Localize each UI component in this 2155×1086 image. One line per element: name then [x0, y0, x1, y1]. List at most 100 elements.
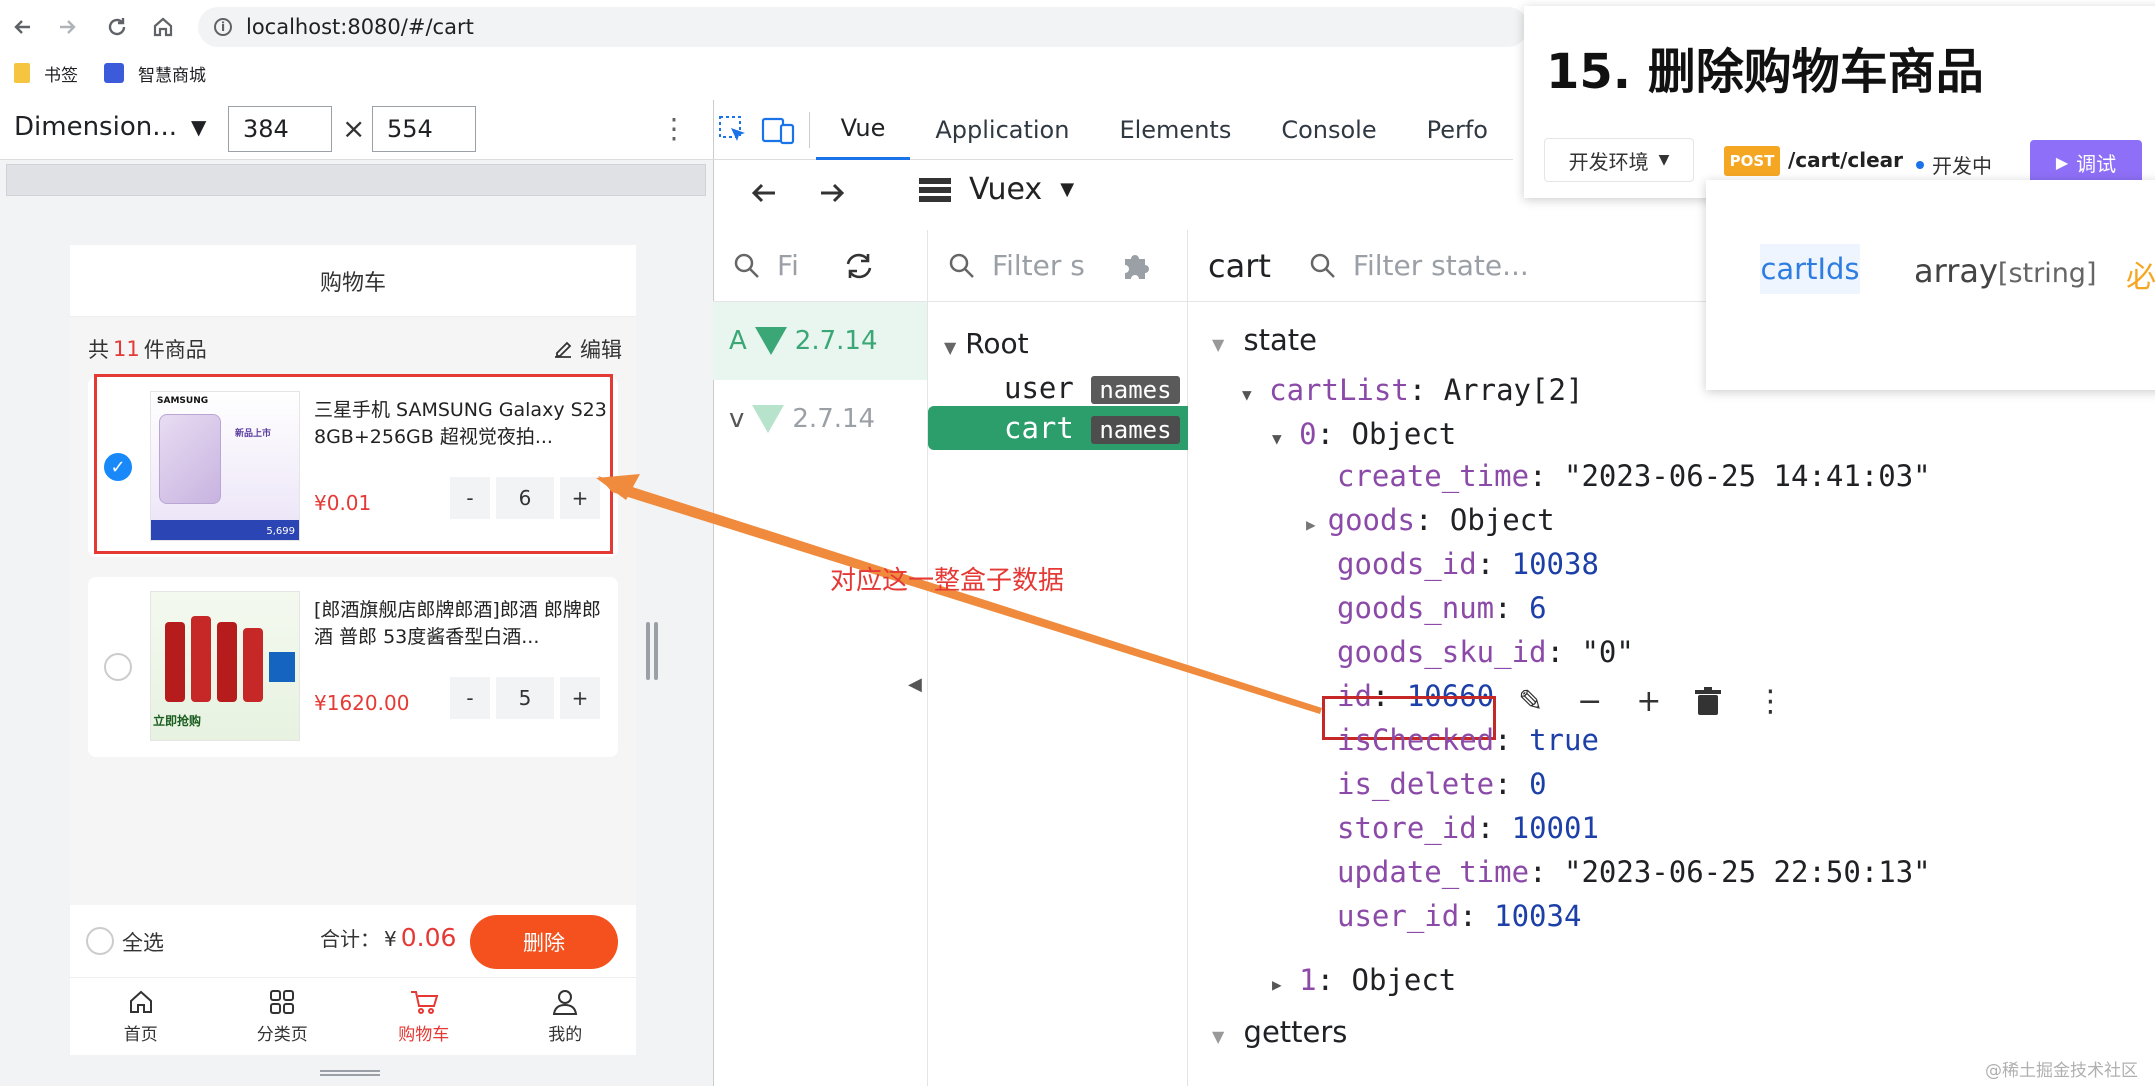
tab-category[interactable]: 分类页 — [212, 978, 354, 1055]
field-key: isChecked — [1337, 723, 1495, 757]
field-value: 10038 — [1511, 547, 1599, 581]
total-label: 合计： — [320, 927, 380, 951]
device-toggle-icon[interactable] — [754, 100, 803, 160]
field-key: goods — [1327, 503, 1415, 537]
total-currency: ¥ — [384, 927, 397, 951]
field-value: 0 — [1529, 767, 1547, 801]
count-suffix: 件商品 — [143, 338, 207, 362]
folder-icon — [14, 63, 30, 83]
api-param-card: cartIds array[string] 必 — [1706, 180, 2155, 390]
tab-home[interactable]: 首页 — [70, 978, 212, 1055]
delete-icon[interactable] — [1695, 686, 1722, 717]
puzzle-icon[interactable] — [1119, 249, 1153, 283]
watermark: @稀土掘金技术社区 — [1985, 1061, 2138, 1081]
back-icon[interactable] — [6, 10, 40, 44]
collapse-left-icon[interactable]: ◀ — [908, 674, 922, 695]
more-vertical-icon[interactable]: ⋮ — [1755, 684, 1785, 719]
back-arrow-icon[interactable] — [749, 178, 779, 212]
forward-icon[interactable] — [50, 10, 84, 44]
plus-button[interactable]: + — [560, 677, 600, 719]
module-tree-column: Filter s ▼ Root user names cart names — [928, 230, 1188, 1086]
user-icon — [553, 990, 578, 1015]
filter-placeholder: Fi — [777, 249, 799, 282]
tree-module-cart[interactable]: cart names — [1004, 406, 1180, 450]
item-price: ¥1620.00 — [314, 691, 410, 715]
field-row[interactable]: user_id: 10034 — [1337, 894, 1581, 938]
tree-module-user[interactable]: user names — [1004, 366, 1180, 410]
app-version: 2.7.14 — [794, 326, 878, 356]
tab-console[interactable]: Console — [1256, 100, 1401, 160]
tree-root[interactable]: ▼ Root — [944, 322, 1029, 366]
field-key: create_time — [1337, 459, 1530, 493]
param-name: cartIds — [1760, 244, 1860, 294]
edit-value-icon[interactable]: ✎ — [1518, 684, 1543, 719]
field-row[interactable]: store_id: 10001 — [1337, 806, 1599, 850]
modules-filter[interactable]: Filter s — [928, 230, 1187, 302]
edit-button[interactable]: 编辑 — [552, 329, 622, 369]
param-type-main: array — [1914, 252, 1998, 290]
field-row[interactable]: update_time: "2023-06-25 22:50:13" — [1337, 850, 1931, 894]
field-row[interactable]: ▶ goods: Object — [1306, 498, 1555, 542]
item-title: [郎酒旗舰店郎牌郎酒]郎酒 郎牌郎酒 普郎 53度酱香型白酒... — [314, 599, 601, 648]
chevron-down-icon: ▼ — [1658, 152, 1670, 168]
more-options-icon[interactable]: ⋮ — [660, 112, 688, 145]
address-bar[interactable]: i localhost:8080/#/cart — [198, 7, 1528, 47]
tab-mine[interactable]: 我的 — [495, 978, 637, 1055]
app-row[interactable]: v 2.7.14 — [713, 380, 927, 458]
field-row[interactable]: is_delete: 0 — [1337, 762, 1547, 806]
increment-icon[interactable]: + — [1636, 684, 1661, 719]
api-path: /cart/clear — [1788, 148, 1904, 172]
tab-performance[interactable]: Perfo — [1402, 100, 1513, 160]
reload-icon[interactable] — [100, 10, 134, 44]
count-number: 11 — [113, 337, 140, 361]
cart-page: 购物车 共 11 件商品 编辑 ✓ SAMSUNG 新品上市 5,699 三星手… — [70, 245, 636, 1055]
forward-arrow-icon[interactable] — [817, 178, 847, 212]
home-icon[interactable] — [146, 10, 180, 44]
url-text: localhost:8080/#/cart — [246, 15, 474, 39]
device-select[interactable]: Dimension... ▼ — [14, 112, 206, 142]
app-row-selected[interactable]: A 2.7.14 — [713, 302, 927, 380]
apps-filter[interactable]: Fi — [713, 230, 927, 302]
field-row[interactable]: create_time: "2023-06-25 14:41:03" — [1337, 454, 1931, 498]
api-doc-card: 15. 删除购物车商品 开发环境 ▼ POST /cart/clear 开发中 … — [1524, 6, 2155, 198]
field-value: true — [1529, 723, 1599, 757]
app-prefix: v — [729, 404, 745, 434]
tab-label: 分类页 — [256, 1025, 308, 1045]
decrement-icon[interactable]: − — [1577, 684, 1602, 719]
select-all-checkbox[interactable] — [86, 927, 114, 955]
tab-label: 首页 — [123, 1025, 158, 1045]
bookmark-folder[interactable]: 书签 — [14, 60, 78, 86]
field-row[interactable]: isChecked: true — [1337, 718, 1599, 762]
vuex-select[interactable]: Vuex ▼ — [919, 172, 1074, 207]
delete-button[interactable]: 删除 — [470, 915, 618, 969]
field-actions: ✎ − + ⋮ — [1518, 684, 1785, 719]
viewport-resize-handle[interactable] — [646, 622, 658, 680]
tab-application[interactable]: Application — [910, 100, 1094, 160]
site-info-icon[interactable]: i — [214, 18, 232, 36]
tab-cart[interactable]: 购物车 — [353, 978, 495, 1055]
page-title: 购物车 — [70, 245, 636, 317]
debug-button[interactable]: ▶ 调试 — [2030, 140, 2142, 184]
bookmark-smart-mall[interactable]: 智慧商城 — [104, 60, 206, 86]
field-row[interactable]: goods_id: 10038 — [1337, 542, 1599, 586]
minus-button[interactable]: - — [450, 677, 490, 719]
width-input[interactable]: 384 — [228, 106, 332, 152]
caret-down-icon: ▼ — [1060, 179, 1075, 200]
bottom-resize-handle[interactable] — [320, 1070, 380, 1076]
field-row[interactable]: goods_sku_id: "0" — [1337, 630, 1634, 674]
refresh-icon[interactable] — [843, 251, 875, 281]
select-all-label[interactable]: 全选 — [122, 927, 164, 957]
tab-elements[interactable]: Elements — [1094, 100, 1256, 160]
item-checkbox[interactable] — [104, 653, 132, 681]
field-value: "0" — [1581, 635, 1634, 669]
field-row[interactable]: goods_num: 6 — [1337, 586, 1547, 630]
env-label: 开发环境 — [1568, 149, 1649, 174]
env-select[interactable]: 开发环境 ▼ — [1544, 138, 1694, 182]
inspect-element-icon[interactable] — [713, 100, 754, 160]
tab-vue[interactable]: Vue — [815, 100, 911, 160]
debug-label: 调试 — [2076, 151, 2117, 176]
list-icon — [919, 177, 951, 202]
bookmark-label: 智慧商城 — [138, 65, 206, 86]
height-input[interactable]: 554 — [372, 106, 476, 152]
quantity-value[interactable]: 5 — [496, 677, 554, 719]
